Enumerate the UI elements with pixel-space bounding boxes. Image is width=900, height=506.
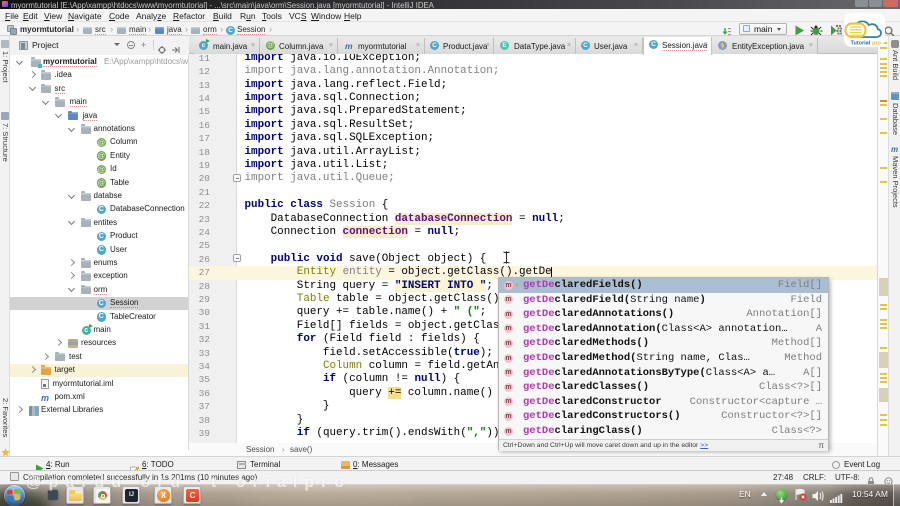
svg-text:Tutorial: Tutorial [851,41,871,47]
svg-text:pro: pro [872,41,882,47]
